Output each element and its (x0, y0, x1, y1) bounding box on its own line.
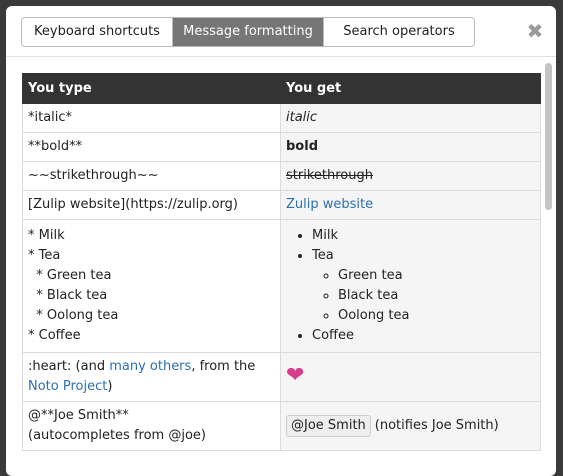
cell-type-italic: *italic* (22, 103, 281, 133)
tab-message-formatting[interactable]: Message formatting (173, 18, 324, 46)
mention-source-line: (autocompletes from @joe) (28, 428, 206, 443)
cell-get-link: Zulip website (280, 190, 541, 220)
emoji-source-suffix: ) (107, 379, 113, 394)
formatting-content: You type You get *italic* italic **bold*… (6, 57, 556, 476)
list-source-line: * Coffee (28, 328, 81, 343)
cell-get-bold: bold (280, 132, 541, 162)
mention-source-line: @**Joe Smith** (28, 408, 129, 423)
scrollbar-thumb[interactable] (545, 63, 552, 210)
list-source-line: * Green tea (28, 268, 112, 283)
formatting-table: You type You get *italic* italic **bold*… (22, 73, 541, 451)
list-item: Milk (312, 226, 535, 246)
emoji-source-prefix: :heart: (and (28, 359, 110, 374)
table-header-row: You type You get (22, 73, 541, 104)
column-header-you-get: You get (280, 73, 541, 104)
list-item-label: Tea (312, 248, 334, 263)
tab-search-operators[interactable]: Search operators (324, 18, 474, 46)
cell-get-strikethrough: strikethrough (280, 161, 541, 191)
table-row: @**Joe Smith** (autocompletes from @joe)… (22, 401, 541, 451)
formatting-help-modal: Keyboard shortcuts Message formatting Se… (6, 6, 556, 476)
column-header-you-type: You type (22, 73, 281, 104)
list-item: Tea Green tea Black tea Oolong tea (312, 246, 535, 326)
cell-type-strikethrough: ~~strikethrough~~ (22, 161, 281, 191)
emoji-source-middle: , from the (191, 359, 256, 374)
tab-keyboard-shortcuts[interactable]: Keyboard shortcuts (22, 18, 173, 46)
noto-project-link[interactable]: Noto Project (28, 379, 107, 394)
cell-type-mention: @**Joe Smith** (autocompletes from @joe) (22, 401, 281, 451)
cell-get-list: Milk Tea Green tea Black tea Oolong tea … (280, 219, 541, 353)
cell-get-emoji: ❤ (280, 352, 541, 402)
cell-type-list: * Milk * Tea * Green tea * Black tea * O… (22, 219, 281, 353)
mention-note: (notifies Joe Smith) (374, 418, 499, 433)
table-row: **bold** bold (22, 132, 541, 162)
zulip-website-link[interactable]: Zulip website (286, 197, 373, 212)
many-others-link[interactable]: many others (109, 359, 191, 374)
cell-get-mention: @Joe Smith (notifies Joe Smith) (280, 401, 541, 451)
table-row: :heart: (and many others, from the Noto … (22, 352, 541, 402)
cell-get-italic: italic (280, 103, 541, 133)
list-source-line: * Tea (28, 248, 61, 263)
rendered-list: Milk Tea Green tea Black tea Oolong tea … (286, 226, 535, 346)
tab-bar: Keyboard shortcuts Message formatting Se… (21, 17, 475, 47)
user-mention-pill: @Joe Smith (286, 415, 371, 437)
list-item: Green tea (338, 266, 535, 286)
table-row: ~~strikethrough~~ strikethrough (22, 161, 541, 191)
strikethrough-text: strikethrough (286, 168, 373, 183)
cell-type-bold: **bold** (22, 132, 281, 162)
close-icon[interactable]: ✖ (525, 21, 545, 41)
table-row: [Zulip website](https://zulip.org) Zulip… (22, 190, 541, 220)
rendered-sublist: Green tea Black tea Oolong tea (312, 266, 535, 326)
list-source-line: * Black tea (28, 288, 108, 303)
list-item: Oolong tea (338, 306, 535, 326)
list-source-line: * Oolong tea (28, 308, 119, 323)
heart-emoji-icon: ❤ (286, 363, 305, 388)
cell-type-emoji: :heart: (and many others, from the Noto … (22, 352, 281, 402)
table-row: *italic* italic (22, 103, 541, 133)
list-item: Coffee (312, 326, 535, 346)
list-source-line: * Milk (28, 228, 65, 243)
cell-type-link: [Zulip website](https://zulip.org) (22, 190, 281, 220)
table-row: * Milk * Tea * Green tea * Black tea * O… (22, 219, 541, 353)
list-item: Black tea (338, 286, 535, 306)
